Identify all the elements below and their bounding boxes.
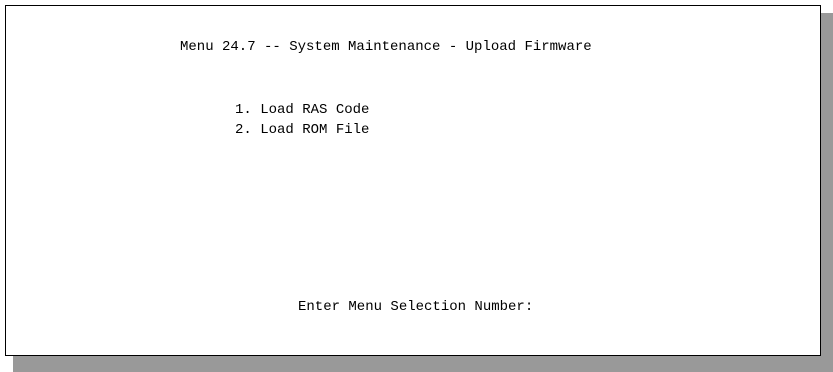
selection-number-input[interactable]	[542, 299, 554, 315]
selection-prompt-label: Enter Menu Selection Number:	[298, 299, 534, 315]
menu-title: Menu 24.7 -- System Maintenance - Upload…	[180, 39, 592, 55]
menu-item-load-rom-file[interactable]: 2. Load ROM File	[235, 122, 369, 138]
menu-item-load-ras-code[interactable]: 1. Load RAS Code	[235, 102, 369, 118]
terminal-screen: Menu 24.7 -- System Maintenance - Upload…	[5, 5, 821, 356]
selection-prompt-row: Enter Menu Selection Number:	[298, 299, 554, 315]
